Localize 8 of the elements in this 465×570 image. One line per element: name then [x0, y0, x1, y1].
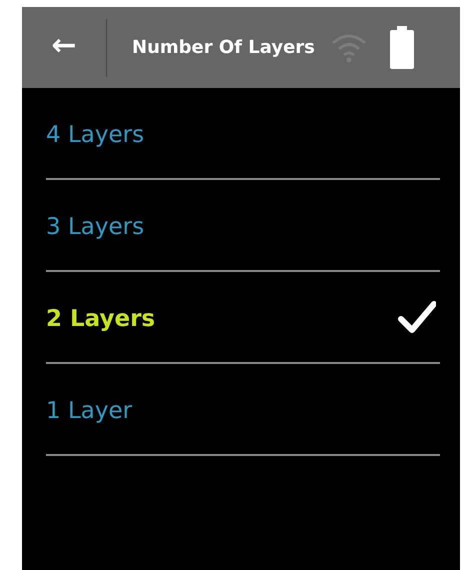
layer-option[interactable]: 4 Layers: [46, 88, 440, 180]
back-button[interactable]: ←: [22, 28, 106, 67]
check-icon: [398, 301, 436, 333]
layer-option[interactable]: 1 Layer: [46, 364, 440, 456]
screen-title: Number Of Layers: [132, 37, 315, 58]
battery-icon: [388, 26, 415, 70]
layer-option[interactable]: 2 Layers: [46, 272, 440, 364]
layer-option[interactable]: 3 Layers: [46, 180, 440, 272]
